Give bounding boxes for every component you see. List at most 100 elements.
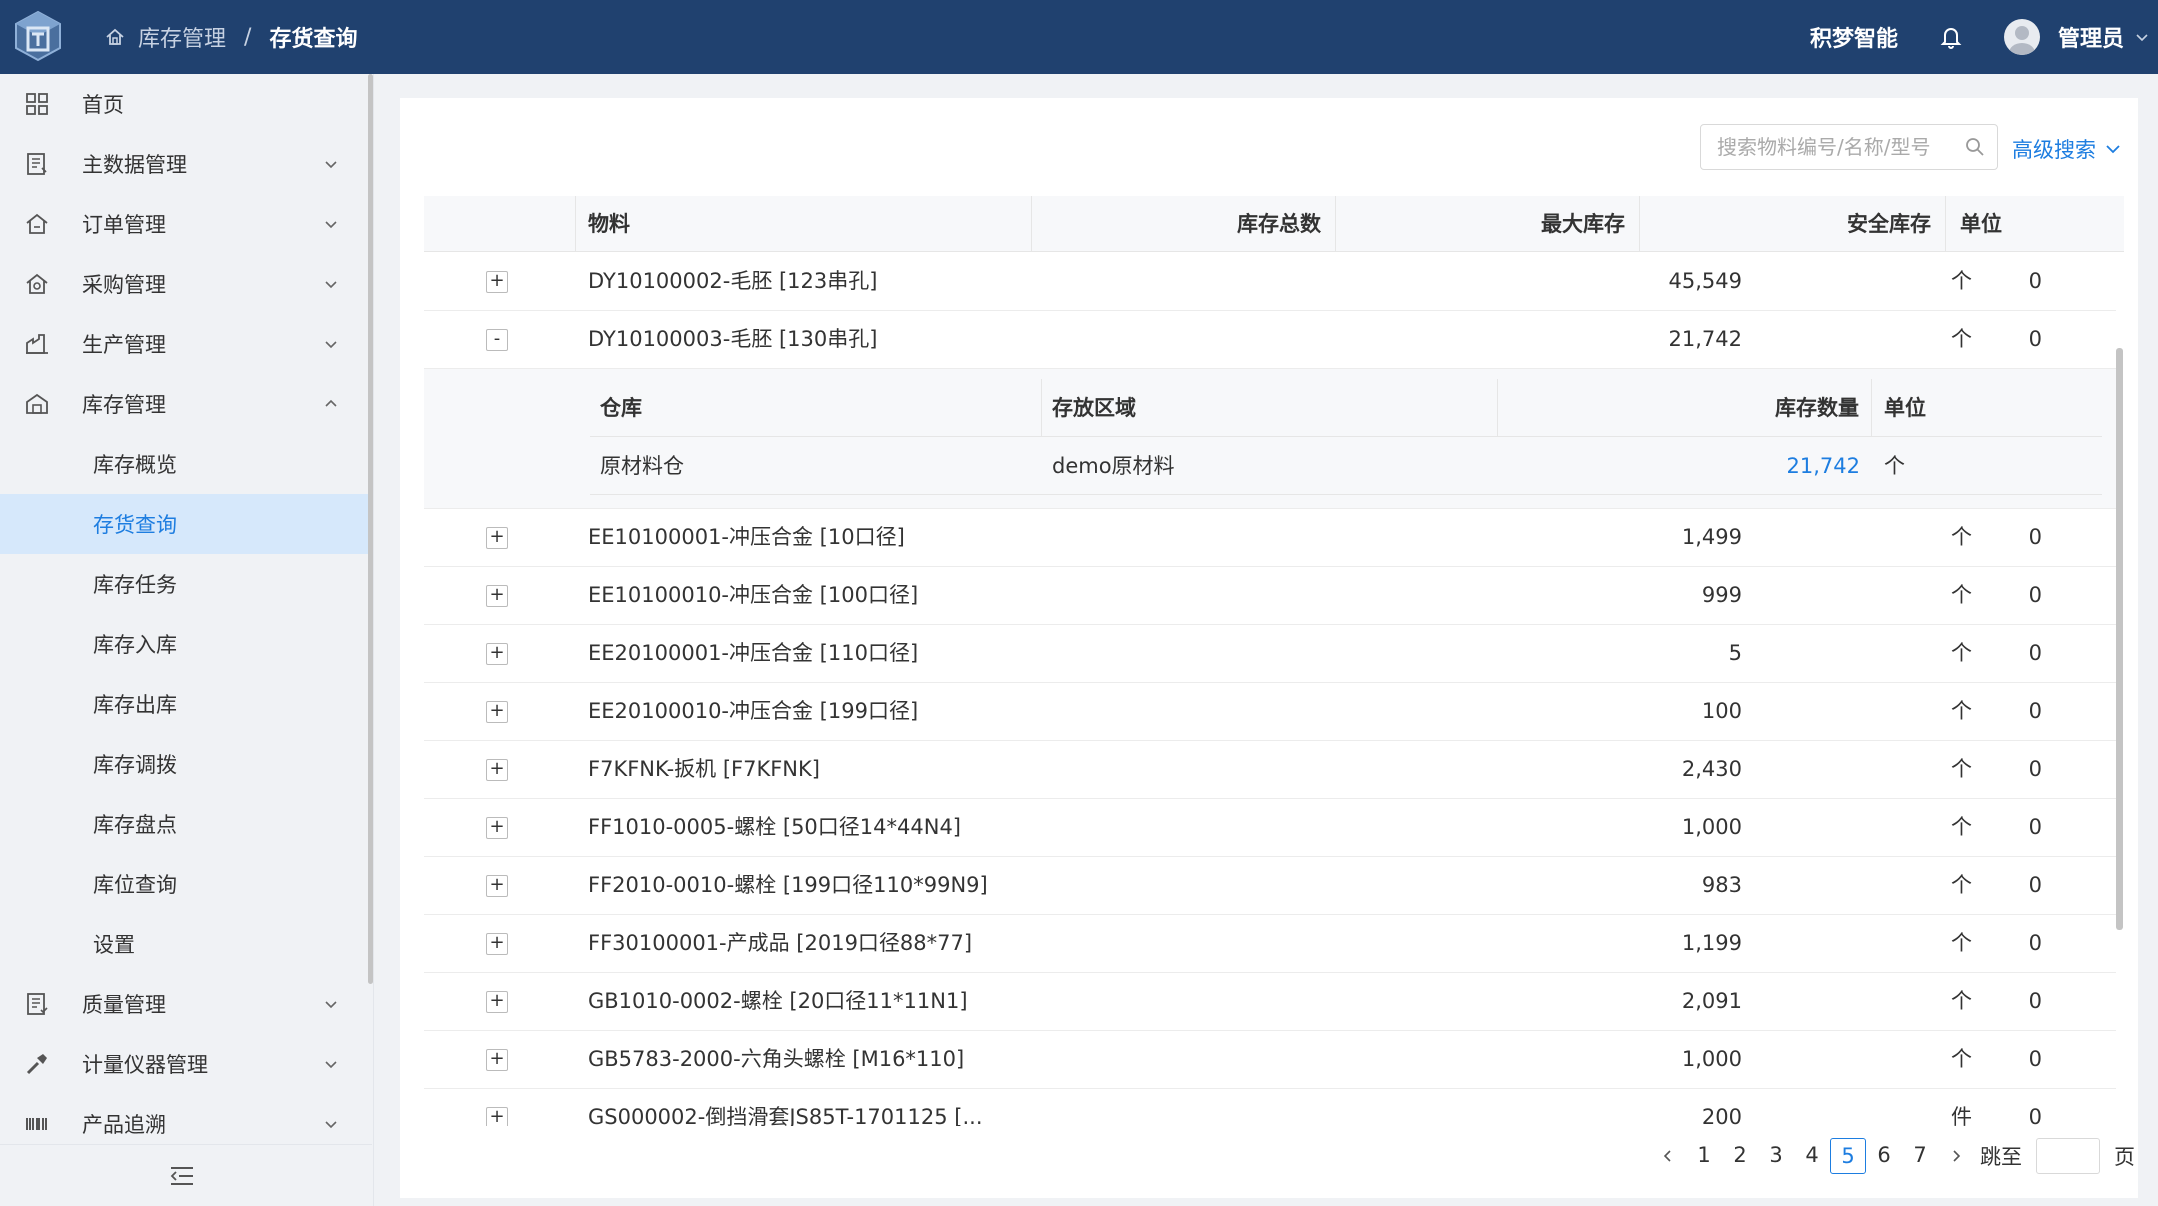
chevron-down-icon	[325, 221, 337, 229]
page-button-2[interactable]: 2	[1722, 1138, 1758, 1174]
detail-col-area[interactable]: 存放区域	[1042, 379, 1498, 437]
expand-toggle-button[interactable]: +	[486, 759, 508, 781]
expand-column-header	[424, 196, 576, 252]
detail-qty-link[interactable]: 21,742	[1498, 437, 1860, 495]
page-button-4[interactable]: 4	[1794, 1138, 1830, 1174]
column-header-total[interactable]: 库存总数	[1032, 196, 1336, 252]
table-row[interactable]: +DY10100002-毛胚 [123串孔]45,5490800个	[424, 253, 2116, 311]
sidebar-item-label: 质量管理	[82, 993, 166, 1017]
sidebar-subitem-transfer[interactable]: 库存调拨	[0, 734, 370, 794]
sidebar-item-purchasing[interactable]: 采购管理	[0, 254, 372, 314]
sidebar-subitem-inbound[interactable]: 库存入库	[0, 614, 370, 674]
expand-toggle-button[interactable]: +	[486, 527, 508, 549]
safe-cell: 1,000	[1694, 311, 2124, 368]
bell-icon[interactable]	[1938, 24, 1964, 50]
username[interactable]: 管理员	[2058, 21, 2124, 53]
factory-icon	[26, 334, 48, 354]
breadcrumb: 库存管理 / 存货查询	[104, 0, 357, 74]
table-row[interactable]: -DY10100003-毛胚 [130串孔]21,74201,000个	[424, 311, 2116, 369]
table-row[interactable]: +EE10100001-冲压合金 [10口径]1,49900个	[424, 509, 2116, 567]
unit-cell: 个	[1951, 1047, 1972, 1071]
expand-toggle-button[interactable]: +	[486, 933, 508, 955]
sidebar-subitem-location-query[interactable]: 库位查询	[0, 854, 370, 914]
house-icon	[26, 213, 48, 234]
column-header-unit[interactable]: 单位	[1946, 196, 2124, 252]
sidebar-item-quality[interactable]: 质量管理	[0, 974, 372, 1034]
table-row[interactable]: +GB5783-2000-六角头螺栓 [M16*110]1,00000个	[424, 1031, 2116, 1089]
dashboard-icon	[26, 93, 48, 115]
home-icon[interactable]	[104, 26, 126, 48]
search-icon[interactable]	[1965, 137, 1985, 157]
sidebar-item-orders[interactable]: 订单管理	[0, 194, 372, 254]
page-button-7[interactable]: 7	[1902, 1138, 1938, 1174]
detail-table-row: 原材料仓 demo原材料 21,742 个	[590, 437, 2102, 495]
detail-col-unit[interactable]: 单位	[1872, 379, 2102, 437]
sidebar-item-home[interactable]: 首页	[0, 74, 372, 134]
table-row[interactable]: +EE10100010-冲压合金 [100口径]99900个	[424, 567, 2116, 625]
main-panel: 高级搜索 物料 库存总数 最大库存 安全库存 单位 +DY10100002-毛胚…	[400, 98, 2138, 1198]
sidebar-subitem-label: 库存调拨	[93, 753, 177, 777]
table-row[interactable]: +F7KFNK-扳机 [F7KFNK]2,43000个	[424, 741, 2116, 799]
page-button-3[interactable]: 3	[1758, 1138, 1794, 1174]
next-page-button[interactable]	[1938, 1138, 1974, 1174]
chevron-down-icon	[325, 161, 337, 169]
prev-page-button[interactable]	[1650, 1138, 1686, 1174]
table-row[interactable]: +EE20100001-冲压合金 [110口径]500个	[424, 625, 2116, 683]
brand-name: 积梦智能	[1809, 27, 1898, 52]
page-button-6[interactable]: 6	[1866, 1138, 1902, 1174]
sidebar-item-instruments[interactable]: 计量仪器管理	[0, 1034, 372, 1094]
sidebar-scrollbar[interactable]	[368, 74, 373, 984]
jump-page-input[interactable]	[2036, 1138, 2100, 1174]
expand-toggle-button[interactable]: +	[486, 817, 508, 839]
expand-toggle-button[interactable]: +	[486, 1107, 508, 1126]
safe-cell: 0	[1694, 915, 2124, 972]
sidebar-subitem-tasks[interactable]: 库存任务	[0, 554, 370, 614]
search-box	[1700, 124, 1998, 170]
expand-toggle-button[interactable]: +	[486, 643, 508, 665]
detail-col-warehouse[interactable]: 仓库	[590, 379, 1042, 437]
chevron-down-icon[interactable]	[2134, 29, 2150, 45]
table-row[interactable]: +FF2010-0010-螺栓 [199口径110*99N9]98300个	[424, 857, 2116, 915]
safe-cell: 0	[1694, 1031, 2124, 1088]
expand-toggle-button[interactable]: +	[486, 271, 508, 293]
column-header-safe[interactable]: 安全库存	[1640, 196, 1946, 252]
page-button-5[interactable]: 5	[1830, 1138, 1866, 1174]
sidebar-subitem-stock-query[interactable]: 存货查询	[0, 494, 370, 554]
column-header-max[interactable]: 最大库存	[1336, 196, 1640, 252]
expand-toggle-button[interactable]: +	[486, 991, 508, 1013]
avatar[interactable]	[2003, 19, 2040, 55]
table-row[interactable]: +GB1010-0002-螺栓 [20口径11*11N1]2,09100个	[424, 973, 2116, 1031]
advanced-search-toggle[interactable]: 高级搜索	[2012, 134, 2122, 164]
expand-toggle-button[interactable]: +	[486, 1049, 508, 1071]
breadcrumb-parent[interactable]: 库存管理	[138, 21, 226, 53]
app-logo[interactable]	[10, 8, 66, 64]
column-header-material[interactable]: 物料	[576, 196, 1032, 252]
safe-cell: 0	[1694, 857, 2124, 914]
expand-toggle-button[interactable]: -	[486, 329, 508, 351]
page-suffix: 页	[2114, 1145, 2135, 1169]
search-input[interactable]	[1717, 125, 1957, 169]
sidebar-subitem-outbound[interactable]: 库存出库	[0, 674, 370, 734]
sidebar-subitem-label: 设置	[93, 933, 135, 957]
page-button-1[interactable]: 1	[1686, 1138, 1722, 1174]
detail-col-qty[interactable]: 库存数量	[1498, 379, 1872, 437]
sidebar-item-master-data[interactable]: 主数据管理	[0, 134, 372, 194]
table-scrollbar[interactable]	[2116, 348, 2123, 930]
table-row[interactable]: +FF1010-0005-螺栓 [50口径14*44N4]1,00000个	[424, 799, 2116, 857]
collapse-menu-icon[interactable]	[169, 1165, 195, 1187]
sidebar-item-inventory[interactable]: 库存管理	[0, 374, 372, 434]
unit-cell: 个	[1951, 641, 1972, 665]
sidebar-subitem-stocktake[interactable]: 库存盘点	[0, 794, 370, 854]
pagination: 1 2 3 4 5 6 7 跳至 页	[1650, 1138, 2135, 1174]
sidebar-item-production[interactable]: 生产管理	[0, 314, 372, 374]
expand-toggle-button[interactable]: +	[486, 701, 508, 723]
table-row[interactable]: +GS000002-倒挡滑套JS85T-1701125 [...20000件	[424, 1089, 2116, 1126]
expand-toggle-button[interactable]: +	[486, 585, 508, 607]
table-row[interactable]: +EE20100010-冲压合金 [199口径]10000个	[424, 683, 2116, 741]
table-row[interactable]: +FF30100001-产成品 [2019口径88*77]1,19900个	[424, 915, 2116, 973]
sidebar-subitem-overview[interactable]: 库存概览	[0, 434, 370, 494]
expand-toggle-button[interactable]: +	[486, 875, 508, 897]
sidebar-subitem-settings[interactable]: 设置	[0, 914, 370, 974]
sidebar-item-label: 采购管理	[82, 273, 166, 297]
sidebar-subitem-label: 存货查询	[93, 513, 177, 537]
